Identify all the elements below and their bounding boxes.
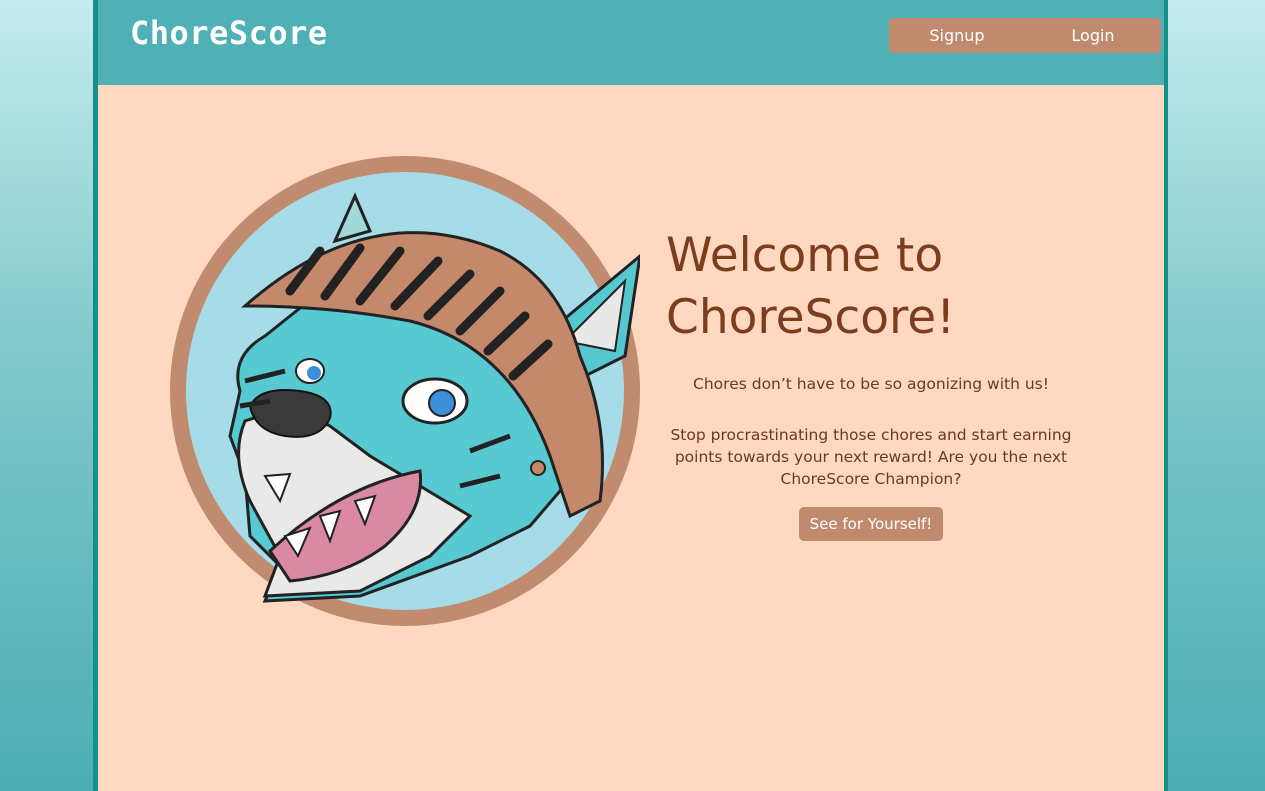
tagline: Chores don’t have to be so agonizing wit… [693,375,1049,393]
nav-bar: Signup Login [889,18,1161,53]
signup-link[interactable]: Signup [889,26,1025,45]
hero-section: Welcome to ChoreScore! Chores don’t have… [666,225,1076,541]
mascot-illustration [170,156,640,626]
description: Stop procrastinating those chores and st… [670,426,1072,488]
logo[interactable]: ChoreScore [130,14,328,52]
cta-wrapper: See for Yourself! [666,507,1076,541]
main-content: Welcome to ChoreScore! Chores don’t have… [98,85,1164,791]
login-link[interactable]: Login [1025,26,1161,45]
see-for-yourself-button[interactable]: See for Yourself! [798,507,944,541]
page-title: Welcome to ChoreScore! [666,225,1076,349]
heading-line-2: ChoreScore! [666,290,956,345]
heading-line-1: Welcome to [666,228,944,283]
site-header: ChoreScore Signup Login [98,0,1164,85]
